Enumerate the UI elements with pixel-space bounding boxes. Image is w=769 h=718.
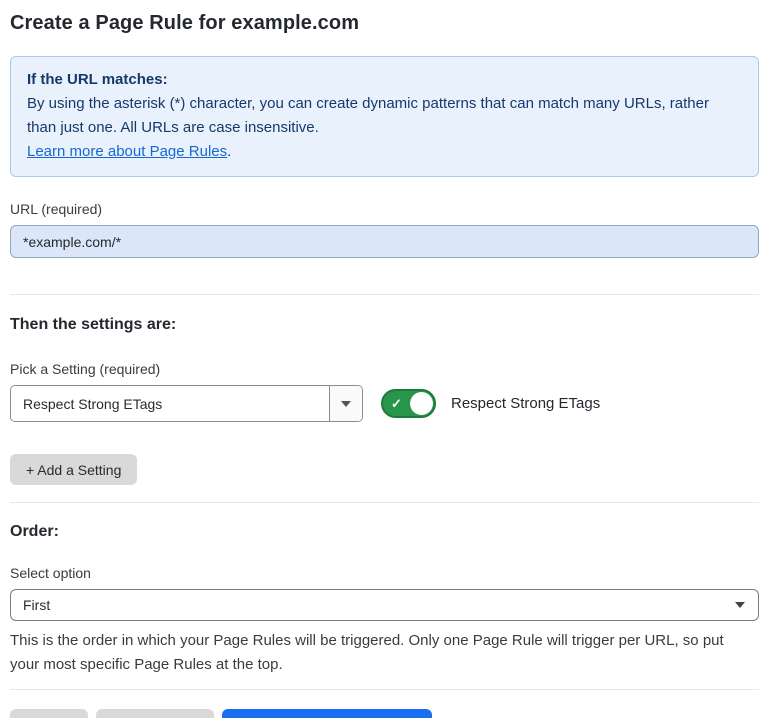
url-match-info-box: If the URL matches: By using the asteris… <box>10 56 759 177</box>
setting-select[interactable]: Respect Strong ETags <box>10 385 363 422</box>
cancel-button[interactable]: Cancel <box>10 709 88 718</box>
setting-select-dropdown-button[interactable] <box>329 386 362 421</box>
divider <box>10 502 759 503</box>
add-setting-button[interactable]: + Add a Setting <box>10 454 137 485</box>
setting-select-value: Respect Strong ETags <box>11 386 329 421</box>
save-draft-button[interactable]: Save as Draft <box>96 709 215 718</box>
info-box-link-line: Learn more about Page Rules. <box>27 140 742 164</box>
url-input[interactable] <box>10 225 759 258</box>
divider <box>10 294 759 295</box>
divider <box>10 689 759 690</box>
toggle-knob <box>410 392 433 415</box>
chevron-down-icon <box>735 602 745 608</box>
order-select[interactable]: First <box>10 589 759 621</box>
toggle-label: Respect Strong ETags <box>451 395 600 412</box>
form-actions: Cancel Save as Draft Save and Deploy Pag… <box>10 709 759 718</box>
link-period: . <box>227 143 231 160</box>
order-select-label: Select option <box>10 565 759 581</box>
respect-strong-etags-toggle[interactable]: ✓ <box>381 389 436 418</box>
order-select-value: First <box>23 597 50 613</box>
url-field-label: URL (required) <box>10 201 759 217</box>
learn-more-link[interactable]: Learn more about Page Rules <box>27 143 227 160</box>
setting-row: Respect Strong ETags ✓ Respect Strong ET… <box>10 385 759 422</box>
order-section-heading: Order: <box>10 523 759 541</box>
chevron-down-icon <box>341 401 351 407</box>
save-deploy-button[interactable]: Save and Deploy Page Rule <box>222 709 432 718</box>
page-rule-form: Create a Page Rule for example.com If th… <box>0 0 769 718</box>
settings-section-heading: Then the settings are: <box>10 316 759 334</box>
info-box-heading: If the URL matches: <box>27 68 742 92</box>
page-title: Create a Page Rule for example.com <box>10 12 759 35</box>
order-help-text: This is the order in which your Page Rul… <box>10 629 755 677</box>
check-icon: ✓ <box>391 397 402 410</box>
pick-setting-label: Pick a Setting (required) <box>10 361 759 377</box>
info-box-body: By using the asterisk (*) character, you… <box>27 92 742 140</box>
